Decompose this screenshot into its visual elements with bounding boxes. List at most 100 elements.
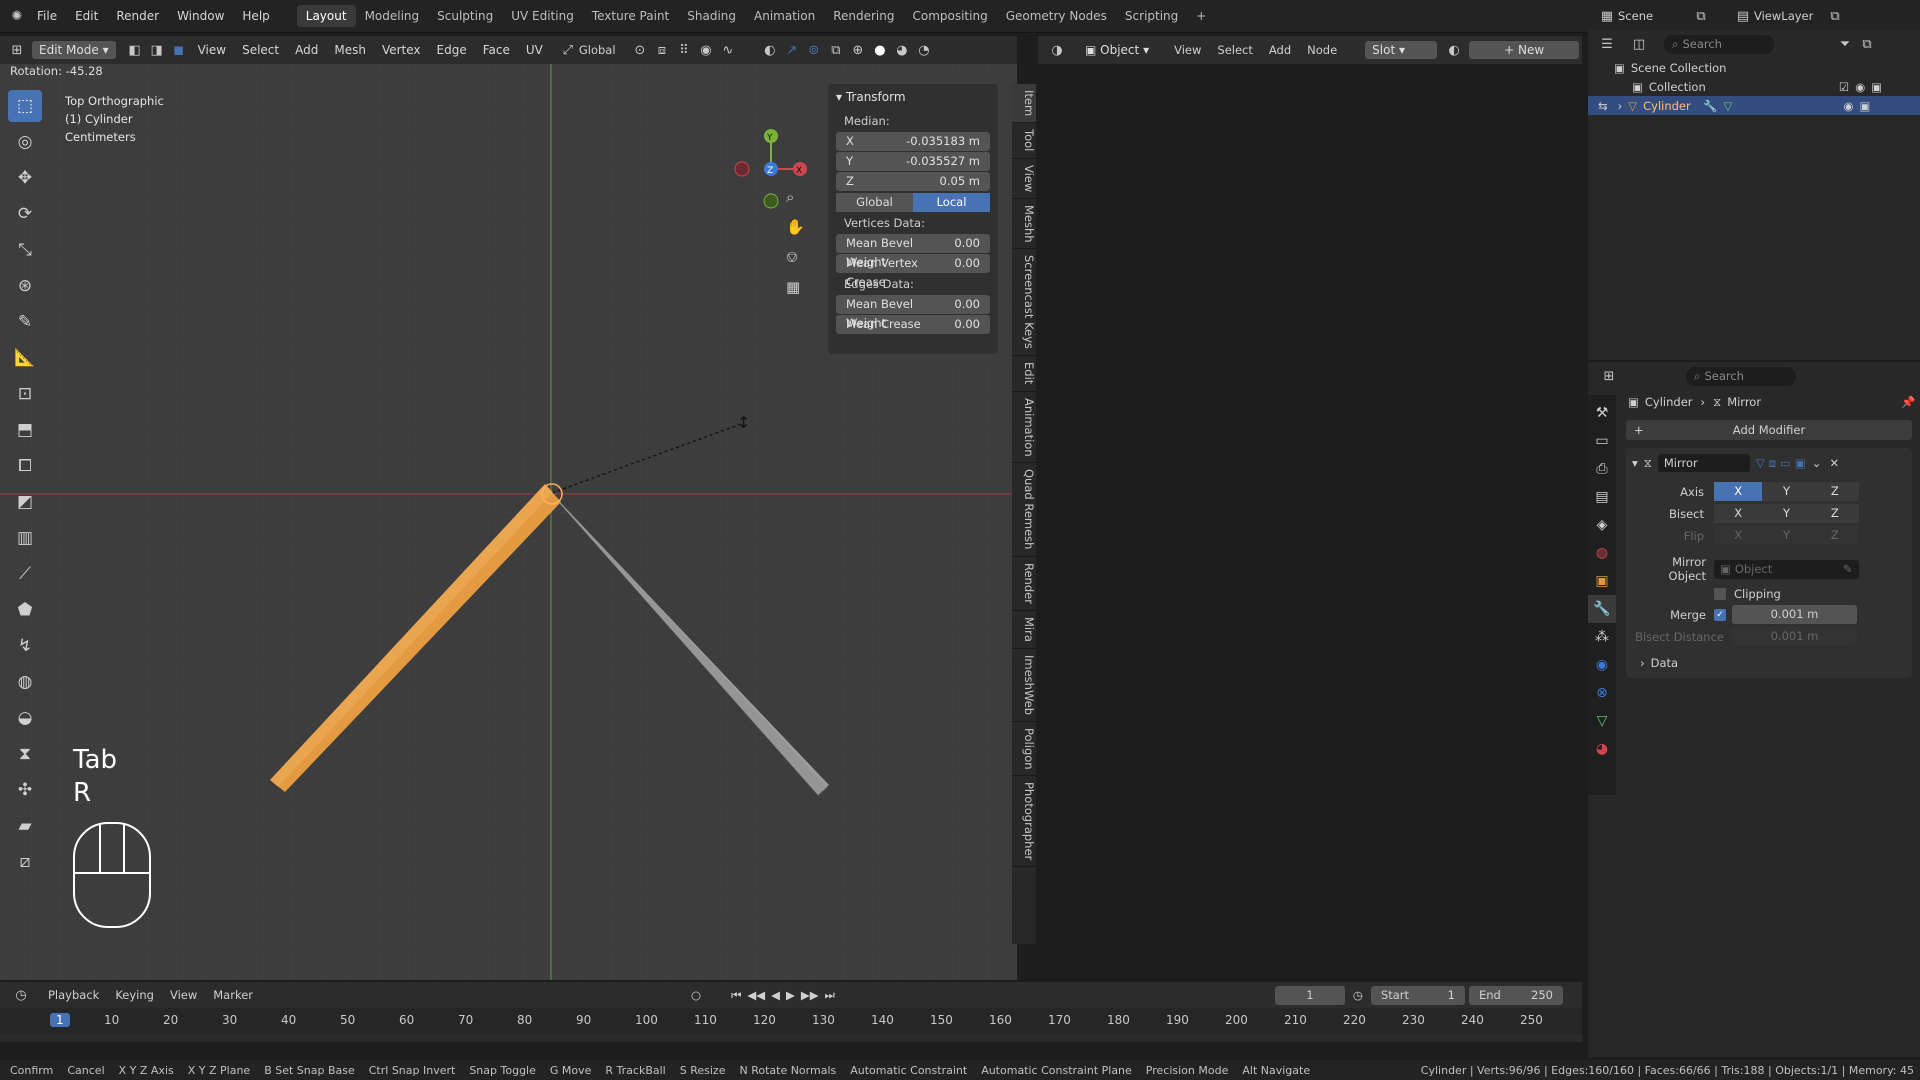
clipping-checkbox[interactable]	[1714, 588, 1726, 600]
merge-checkbox[interactable]: ✓	[1714, 608, 1726, 621]
tab-compositing[interactable]: Compositing	[903, 5, 996, 27]
move-icon[interactable]: ✥	[8, 162, 42, 194]
modifier-dropdown-icon[interactable]: ⌄	[1812, 456, 1822, 470]
snap-icon[interactable]: ⧈	[651, 39, 673, 61]
prev-key-icon[interactable]: ◀◀	[747, 988, 765, 1002]
edge-mean-bevel-weight-field[interactable]: Mean Bevel Weight 0.00	[836, 295, 990, 330]
object-tab-icon[interactable]: ▣	[1588, 567, 1616, 595]
node-object-dropdown[interactable]: ▣ Object ▾	[1078, 41, 1157, 59]
select-box-icon[interactable]: ⬚	[8, 90, 42, 122]
node-editor[interactable]	[1038, 36, 1582, 980]
node-editor-type-icon[interactable]: ◑	[1046, 39, 1068, 61]
global-button[interactable]: Global	[836, 193, 913, 212]
outliner-type-icon[interactable]: ☰	[1596, 33, 1618, 55]
orientation-dropdown[interactable]: Global	[579, 43, 629, 57]
scale-icon[interactable]: ⤡	[8, 234, 42, 266]
tab-edit[interactable]: Edit	[1012, 356, 1036, 392]
collapse-icon[interactable]: ▾	[1632, 456, 1638, 470]
play-reverse-icon[interactable]: ◀	[771, 988, 780, 1002]
smooth-icon[interactable]: ◍	[8, 666, 42, 698]
vertex-select-icon[interactable]: ◧	[124, 39, 146, 61]
remove-modifier-icon[interactable]: ✕	[1829, 456, 1839, 470]
timer-icon[interactable]: ◷	[1353, 988, 1363, 1002]
tab-quad-remesh[interactable]: Quad Remesh	[1012, 463, 1036, 557]
menu-timeline-view[interactable]: View	[162, 988, 205, 1002]
tab-rendering[interactable]: Rendering	[824, 5, 903, 27]
node-menu-view[interactable]: View	[1166, 43, 1209, 57]
expand-icon[interactable]: ›	[1618, 99, 1623, 113]
scene-tab-icon[interactable]: ◈	[1588, 511, 1616, 539]
outliner-search[interactable]: ⌕ Search	[1664, 34, 1774, 54]
timeline-ruler[interactable]: 1 10 20 30 40 50 60 70 80 90 100 110 120 130 140 150 160…	[0, 1008, 1582, 1034]
mode-dropdown[interactable]: Edit Mode ▾	[32, 41, 116, 59]
blender-logo-icon[interactable]: ✺	[6, 5, 28, 27]
render-tab-icon[interactable]: ▭	[1588, 427, 1616, 455]
current-frame-field[interactable]: 1	[1274, 985, 1345, 1005]
tab-item[interactable]: Item	[1012, 84, 1036, 124]
viewport-toggle-icon[interactable]: ▭	[1780, 456, 1791, 470]
cylinder-camera-icon[interactable]: ▣	[1859, 99, 1870, 113]
menu-playback[interactable]: Playback	[40, 988, 107, 1002]
tab-layout[interactable]: Layout	[296, 5, 356, 27]
edit-mode-icon[interactable]: ⇆	[1598, 99, 1608, 113]
poly-build-icon[interactable]: ⬟	[8, 594, 42, 626]
flip-y-button[interactable]: Y	[1762, 526, 1811, 545]
tab-scripting[interactable]: Scripting	[1116, 5, 1187, 27]
tab-animation-side[interactable]: Animation	[1012, 392, 1036, 464]
play-icon[interactable]: ▶	[786, 988, 795, 1002]
start-frame-field[interactable]: Start 1	[1370, 985, 1465, 1005]
rotate-icon[interactable]: ⟳	[8, 198, 42, 230]
rendered-shading-icon[interactable]: ◔	[913, 39, 935, 61]
menu-mesh[interactable]: Mesh	[326, 43, 374, 57]
bisect-x-button[interactable]: X	[1714, 504, 1763, 523]
zoom-icon[interactable]: ⌕	[786, 182, 805, 212]
rip-icon[interactable]: ⧄	[8, 846, 42, 878]
render-toggle-icon[interactable]: ▣	[1795, 456, 1806, 470]
tab-imeshweb[interactable]: ImeshWeb	[1012, 649, 1036, 722]
display-mode-icon[interactable]: ◫	[1628, 33, 1650, 55]
add-cube-icon[interactable]: ⊡	[8, 378, 42, 410]
tool-tab-icon[interactable]: ⚒	[1588, 399, 1616, 427]
xray-icon[interactable]: ⧉	[825, 39, 847, 61]
tab-meshh[interactable]: Meshh	[1012, 199, 1036, 250]
record-icon[interactable]: ○	[691, 988, 701, 1002]
menu-uv[interactable]: UV	[518, 43, 551, 57]
clipping-row[interactable]: Clipping	[1632, 587, 1906, 601]
mean-bevel-weight-field[interactable]: Mean Bevel Weight 0.00	[836, 234, 990, 269]
median-x-field[interactable]: X -0.035183 m	[836, 132, 990, 151]
cursor-icon[interactable]: ◎	[8, 126, 42, 158]
world-tab-icon[interactable]: ◍	[1588, 539, 1616, 567]
collection-checkbox-icon[interactable]: ☑	[1839, 80, 1849, 94]
add-modifier-button[interactable]: + Add Modifier	[1626, 420, 1912, 440]
snap-target-icon[interactable]: ⠿	[673, 39, 695, 61]
tab-poligon[interactable]: Poligon	[1012, 722, 1036, 777]
tab-mira[interactable]: Mira	[1012, 611, 1036, 649]
tab-view[interactable]: View	[1012, 159, 1036, 199]
cylinder-eye-icon[interactable]: ◉	[1843, 99, 1853, 113]
local-button[interactable]: Local	[913, 193, 990, 212]
shear-icon[interactable]: ▰	[8, 810, 42, 842]
material-browse-icon[interactable]: ◐	[1443, 39, 1465, 61]
cylinder-row[interactable]: ⇆ › ▽ Cylinder 🔧 ▽ ◉ ▣	[1588, 96, 1920, 115]
tab-screencast-keys[interactable]: Screencast Keys	[1012, 249, 1036, 357]
slot-dropdown[interactable]: Slot ▾	[1365, 41, 1438, 59]
median-y-field[interactable]: Y -0.035527 m	[836, 152, 990, 171]
tab-sculpting[interactable]: Sculpting	[428, 5, 502, 27]
node-menu-node[interactable]: Node	[1299, 43, 1345, 57]
mean-vertex-crease-field[interactable]: Mean Vertex Crease 0.00	[836, 254, 990, 289]
spin-icon[interactable]: ↯	[8, 630, 42, 662]
edit-mode-toggle-icon[interactable]: ▽	[1756, 456, 1765, 470]
timeline-type-icon[interactable]: ◷	[10, 984, 32, 1006]
face-select-icon[interactable]: ◼	[168, 39, 190, 61]
mean-crease-field[interactable]: Mean Crease 0.00	[836, 315, 990, 334]
bisect-y-button[interactable]: Y	[1762, 504, 1811, 523]
pan-hand-icon[interactable]: ✋	[786, 212, 805, 242]
transform-header[interactable]: ▾ Transform	[836, 90, 990, 104]
flip-x-button[interactable]: X	[1714, 526, 1763, 545]
tab-texture-paint[interactable]: Texture Paint	[583, 5, 678, 27]
menu-render[interactable]: Render	[107, 0, 168, 33]
jump-start-icon[interactable]: ⏮	[731, 988, 741, 1003]
tab-uv-editing[interactable]: UV Editing	[502, 5, 583, 27]
menu-help[interactable]: Help	[233, 0, 278, 33]
flip-z-button[interactable]: Z	[1810, 526, 1859, 545]
